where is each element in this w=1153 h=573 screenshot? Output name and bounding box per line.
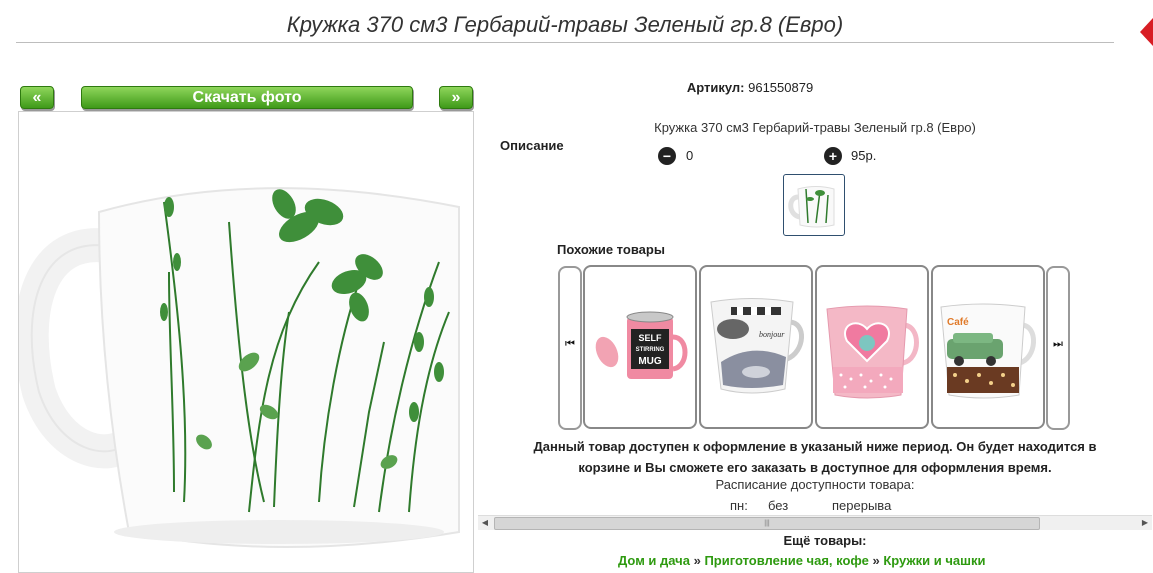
scroll-right-icon[interactable]: ▶	[1138, 516, 1152, 530]
similar-product-card[interactable]: Café	[931, 265, 1045, 429]
scroll-left-icon[interactable]: ◀	[478, 516, 492, 530]
availability-line-2: корзине и Вы сможете его заказать в дост…	[578, 460, 1052, 475]
breadcrumb-home-garden[interactable]: Дом и дача	[618, 553, 690, 568]
product-thumbnail[interactable]	[783, 174, 845, 236]
cafe-car-mug-image: Café	[940, 303, 1036, 399]
heart-mug-image	[826, 305, 919, 399]
schedule-title: Расписание доступности товара:	[715, 477, 915, 492]
similar-products-label: Похожие товары	[557, 242, 665, 257]
corner-logo-icon[interactable]	[1140, 18, 1153, 46]
scrollbar-thumb[interactable]: |||	[494, 517, 1040, 530]
product-photo	[18, 111, 474, 573]
article-value: 961550879	[748, 80, 814, 95]
breadcrumb-tea-coffee[interactable]: Приготовление чая, кофе	[704, 553, 868, 568]
breadcrumb-separator: »	[872, 553, 880, 568]
thumbnail-mug-image	[788, 186, 835, 228]
decrease-quantity-button[interactable]: −	[658, 147, 676, 165]
mug-text-bonjour: bonjour	[759, 330, 785, 339]
mug-text-stirring: STIRRING	[636, 347, 665, 353]
schedule-day: пн:	[730, 498, 748, 513]
more-products-label: Ещё товары:	[783, 533, 867, 548]
title-divider	[16, 42, 1114, 43]
quantity-value: 0	[686, 148, 694, 163]
horizontal-scrollbar[interactable]: ◀ ||| ▶	[478, 515, 1152, 530]
next-photo-button[interactable]: »	[439, 86, 473, 109]
breadcrumb-separator: »	[693, 553, 701, 568]
prev-photo-button[interactable]: «	[20, 86, 54, 109]
breadcrumb: Дом и дача » Приготовление чая, кофе » К…	[618, 553, 985, 568]
download-photo-button[interactable]: Скачать фото	[81, 86, 413, 109]
schedule-to: перерыва	[832, 498, 892, 513]
herbarium-mug-image	[19, 187, 460, 548]
mug-text-self: SELF	[638, 333, 662, 343]
article-line: Артикул: 961550879	[640, 80, 860, 95]
page-title: Кружка 370 см3 Гербарий-травы Зеленый гр…	[286, 12, 844, 37]
carousel-next-button[interactable]: ⏭	[1046, 266, 1070, 430]
bonjour-mug-image: bonjour	[710, 298, 804, 394]
availability-notice: Данный товар доступен к оформление в ука…	[495, 436, 1135, 478]
breadcrumb-mugs-cups[interactable]: Кружки и чашки	[883, 553, 985, 568]
description-label: Описание	[500, 138, 564, 153]
description-text: Кружка 370 см3 Гербарий-травы Зеленый гр…	[654, 120, 976, 135]
article-label: Артикул:	[686, 80, 745, 95]
mug-text-cafe: Café	[947, 317, 969, 328]
add-to-cart-button[interactable]: +	[824, 147, 842, 165]
availability-line-1: Данный товар доступен к оформление в ука…	[533, 439, 1097, 454]
skip-back-icon: ⏮	[565, 338, 575, 350]
similar-product-card[interactable]	[815, 265, 929, 429]
skip-forward-icon: ⏭	[1053, 338, 1063, 350]
carousel-prev-button[interactable]: ⏮	[558, 266, 582, 430]
mug-text-mug: MUG	[638, 356, 662, 367]
similar-product-card[interactable]: bonjour	[699, 265, 813, 429]
schedule-from: без	[768, 498, 789, 513]
similar-product-card[interactable]: SELF STIRRING MUG	[583, 265, 697, 429]
price-value: 95р.	[851, 148, 877, 163]
self-stirring-mug-image: SELF STIRRING MUG	[595, 311, 688, 379]
